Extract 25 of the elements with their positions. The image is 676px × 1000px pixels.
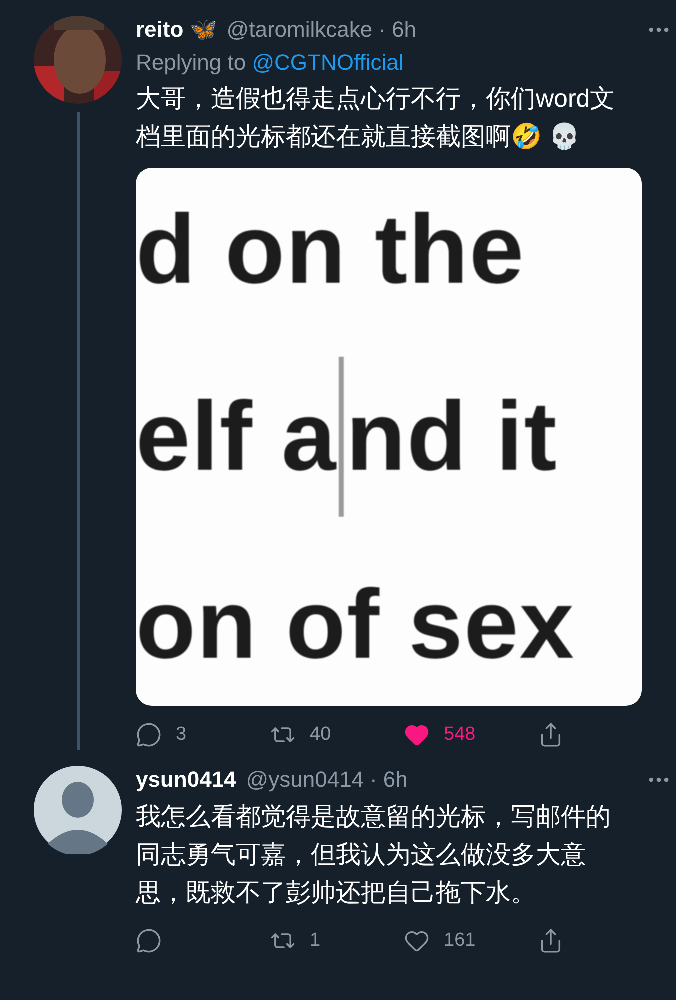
- document-text: on of sex: [136, 568, 576, 681]
- display-name[interactable]: reito 🦋: [136, 17, 217, 43]
- replying-label: Replying to: [136, 50, 248, 75]
- document-text: nd it: [346, 380, 558, 494]
- avatar-icon[interactable]: [34, 766, 122, 854]
- speech-bubble-icon[interactable]: [136, 722, 162, 748]
- display-name[interactable]: ysun0414: [136, 767, 236, 793]
- user-handle[interactable]: @taromilkcake: [226, 17, 373, 43]
- mention-link[interactable]: @CGTNOfficial: [252, 50, 404, 75]
- document-text: d on the: [136, 193, 526, 306]
- speech-bubble-icon[interactable]: [136, 928, 162, 954]
- timestamp[interactable]: 6h: [392, 17, 416, 43]
- action-count: 161: [444, 930, 476, 952]
- timestamp[interactable]: 6h: [383, 767, 408, 793]
- document-screenshot[interactable]: d on the elf and it on of sex: [136, 168, 642, 706]
- document-text: elf a: [136, 380, 338, 494]
- action-count: 3: [176, 724, 187, 746]
- separator-dot: ·: [370, 767, 378, 793]
- action-count: 548: [444, 724, 476, 746]
- tweet-text: 我怎么看都觉得是故意留的光标，写邮件的同志勇气可嘉，但我认为这么做没多大意思，既救不了彭帅还把自己拖下水。: [136, 802, 612, 909]
- action-count: 1: [310, 930, 321, 952]
- separator-dot: ·: [378, 17, 386, 43]
- tweet-text: 大哥，造假也得走点心行不行，你们word文档里面的光标都还在就直接截图啊🤣 💀: [136, 84, 616, 153]
- action-count: 40: [310, 724, 332, 746]
- user-handle[interactable]: @ysun0414: [246, 767, 364, 793]
